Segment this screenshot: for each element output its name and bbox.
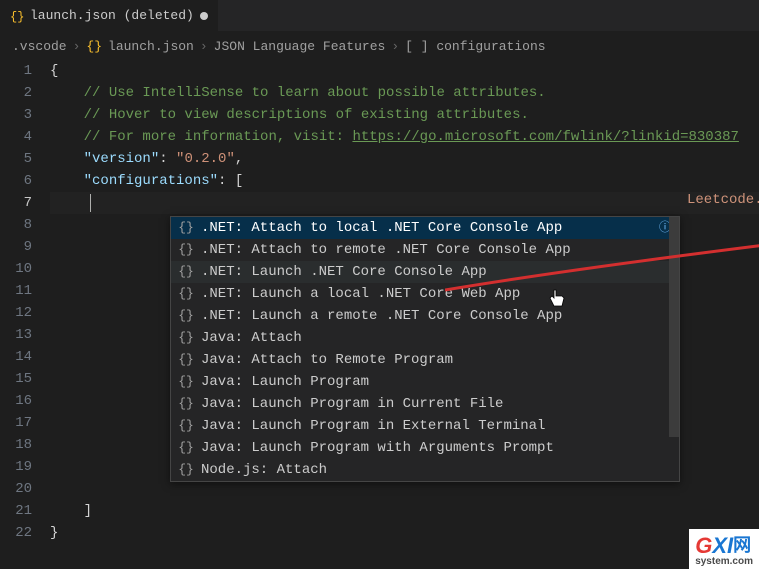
modified-dot-icon [200,12,208,20]
breadcrumb-part[interactable]: launch.json [108,39,194,54]
line-number: 8 [0,214,32,236]
code-line[interactable]: // Hover to view descriptions of existin… [50,104,759,126]
line-number: 21 [0,500,32,522]
line-number: 16 [0,390,32,412]
svg-text:{}: {} [10,10,24,23]
snippet-icon: {} [177,261,195,283]
chevron-right-icon: › [200,39,208,54]
suggest-item[interactable]: {} Java: Attach to Remote Program [171,349,679,371]
suggest-item[interactable]: {} Java: Launch Program in External Termi… [171,415,679,437]
snippet-icon: {} [177,283,195,305]
suggest-item[interactable]: {} Java: Launch Program in Current File [171,393,679,415]
code-line[interactable]: "version": "0.2.0", [50,148,759,170]
suggest-label: Java: Attach [201,327,302,349]
code-line[interactable]: { [50,60,759,82]
line-number: 14 [0,346,32,368]
code-line[interactable]: } [50,522,759,544]
suggest-label: Java: Launch Program with Arguments Prom… [201,437,554,459]
line-number: 7 [0,192,32,214]
line-number: 17 [0,412,32,434]
line-number: 6 [0,170,32,192]
snippet-icon: {} [177,459,195,481]
suggest-item[interactable]: {} .NET: Launch a remote .NET Core Consol… [171,305,679,327]
intellisense-suggest-list[interactable]: {} .NET: Attach to local .NET Core Consol… [170,216,680,482]
code-line[interactable]: "configurations": [ [50,170,759,192]
tab-bar: {} launch.json (deleted) [0,0,759,32]
snippet-icon: {} [177,239,195,261]
suggest-item[interactable]: {} .NET: Launch a local .NET Core Web App [171,283,679,305]
suggest-label: .NET: Attach to remote .NET Core Console… [201,239,571,261]
suggest-item[interactable]: {} .NET: Attach to remote .NET Core Conso… [171,239,679,261]
line-number: 15 [0,368,32,390]
suggest-label: Java: Launch Program in External Termina… [201,415,545,437]
chevron-right-icon: › [73,39,81,54]
suggest-item[interactable]: {} .NET: Attach to local .NET Core Consol… [171,217,679,239]
json-icon: {} [86,39,102,54]
snippet-icon: {} [177,349,195,371]
suggest-label: .NET: Launch a local .NET Core Web App [201,283,520,305]
line-number: 13 [0,324,32,346]
snippet-icon: {} [177,437,195,459]
snippet-icon: {} [177,393,195,415]
suggest-scrollbar[interactable] [669,217,679,437]
editor-tab[interactable]: {} launch.json (deleted) [0,0,218,32]
snippet-icon: {} [177,305,195,327]
suggest-item[interactable]: {} Node.js: Attach [171,459,679,481]
suggest-label: .NET: Attach to local .NET Core Console … [201,217,562,239]
line-number: 10 [0,258,32,280]
line-number: 1 [0,60,32,82]
code-line[interactable]: // For more information, visit: https://… [50,126,759,148]
editor-area: 12345678910111213141516171819202122 Leet… [0,60,759,544]
tab-filename: launch.json (deleted) [30,8,194,23]
code-line[interactable]: {} .NET: Attach to local .NET Core Consol… [50,214,759,236]
line-number: 12 [0,302,32,324]
snippet-icon: {} [177,327,195,349]
json-icon: {} [10,9,24,23]
suggest-item[interactable]: {} Java: Attach [171,327,679,349]
line-number: 5 [0,148,32,170]
line-number-gutter: 12345678910111213141516171819202122 [0,60,50,544]
line-number: 11 [0,280,32,302]
suggest-label: Java: Launch Program in Current File [201,393,503,415]
suggest-label: Java: Launch Program [201,371,369,393]
chevron-right-icon: › [391,39,399,54]
suggest-item[interactable]: {} .NET: Launch .NET Core Console App [171,261,679,283]
breadcrumb-part[interactable]: .vscode [12,39,67,54]
suggest-label: Java: Attach to Remote Program [201,349,453,371]
breadcrumb-part[interactable]: JSON Language Features [214,39,386,54]
suggest-item[interactable]: {} Java: Launch Program [171,371,679,393]
code-line[interactable]: ] [50,500,759,522]
line-number: 20 [0,478,32,500]
suggest-label: .NET: Launch a remote .NET Core Console … [201,305,562,327]
code-content[interactable]: Leetcode.dll", { // Use IntelliSense to … [50,60,759,544]
suggest-label: Node.js: Attach [201,459,327,481]
code-line[interactable] [50,192,759,214]
suggest-item[interactable]: {} Java: Launch Program with Arguments Pr… [171,437,679,459]
breadcrumb-part[interactable]: [ ] configurations [405,39,545,54]
line-number: 9 [0,236,32,258]
line-number: 4 [0,126,32,148]
snippet-icon: {} [177,415,195,437]
breadcrumb[interactable]: .vscode › {} launch.json › JSON Language… [0,32,759,60]
suggest-label: .NET: Launch .NET Core Console App [201,261,487,283]
snippet-icon: {} [177,371,195,393]
code-line[interactable]: // Use IntelliSense to learn about possi… [50,82,759,104]
line-number: 19 [0,456,32,478]
line-number: 22 [0,522,32,544]
line-number: 3 [0,104,32,126]
watermark: GXI网 system.com [689,529,759,569]
line-number: 2 [0,82,32,104]
line-number: 18 [0,434,32,456]
snippet-icon: {} [177,217,195,239]
